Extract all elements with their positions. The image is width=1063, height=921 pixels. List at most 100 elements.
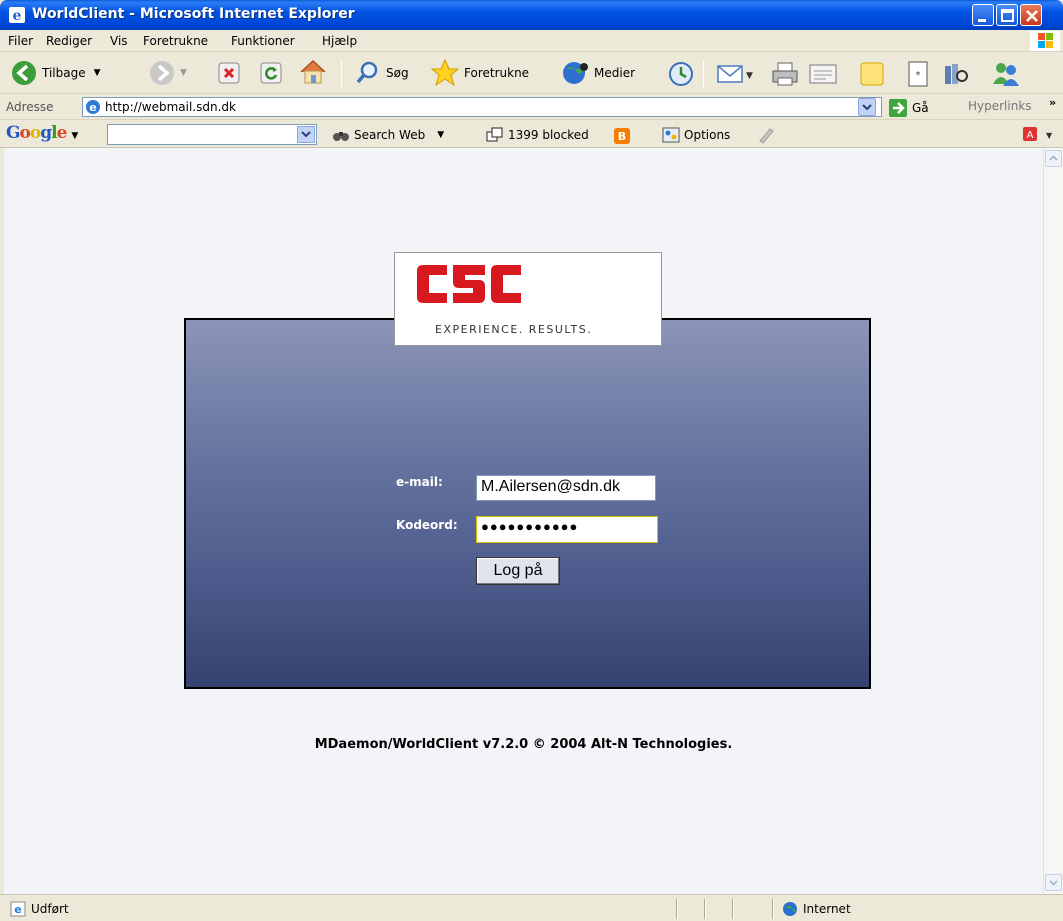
chevron-up-icon	[1049, 155, 1058, 161]
menu-hjaelp[interactable]: Hjælp	[322, 34, 357, 48]
research-icon[interactable]	[942, 60, 970, 88]
status-divider	[772, 899, 774, 919]
messenger-doc-icon[interactable]: *	[906, 60, 930, 88]
scroll-down-button[interactable]	[1045, 874, 1062, 891]
toolbar-separator	[341, 60, 342, 88]
menu-funktioner[interactable]: Funktioner	[231, 34, 295, 48]
window-title: WorldClient - Microsoft Internet Explore…	[32, 6, 355, 22]
print-icon[interactable]	[770, 60, 800, 88]
search-web-label: Search Web	[354, 128, 426, 142]
zone-label: Internet	[803, 902, 851, 916]
favorites-label: Foretrukne	[464, 66, 530, 80]
binoculars-icon	[333, 132, 349, 141]
search-web-dropdown-icon: ▼	[437, 130, 445, 140]
minimize-button[interactable]	[972, 4, 994, 26]
go-label: Gå	[912, 101, 929, 115]
ie-page-icon: e	[86, 100, 100, 114]
chevron-down-icon	[862, 104, 872, 111]
scroll-up-button[interactable]	[1045, 150, 1062, 167]
menu-rediger[interactable]: Rediger	[46, 34, 92, 48]
options-button[interactable]: Options	[662, 127, 730, 143]
address-dropdown[interactable]	[858, 98, 876, 116]
messenger-icon[interactable]	[990, 60, 1022, 88]
discuss-icon[interactable]	[858, 60, 886, 88]
history-icon[interactable]	[667, 60, 695, 88]
back-button[interactable]: Tilbage ▼	[10, 57, 101, 89]
menu-vis[interactable]: Vis	[110, 34, 128, 48]
browser-window: e WorldClient - Microsoft Internet Explo…	[0, 0, 1063, 921]
password-label: Kodeord:	[396, 518, 458, 532]
search-web-button[interactable]: Search Web ▼	[332, 127, 444, 143]
logo-tagline: EXPERIENCE. RESULTS.	[435, 323, 593, 336]
mail-icon[interactable]: ▼	[716, 60, 754, 88]
media-button[interactable]: Medier	[560, 57, 635, 89]
globe-icon	[783, 902, 797, 916]
translate-icon[interactable]: A ▼	[1022, 126, 1056, 144]
links-toolbar[interactable]: Hyperlinks	[968, 99, 1032, 113]
menu-foretrukne[interactable]: Foretrukne	[143, 34, 208, 48]
close-button[interactable]	[1020, 4, 1042, 26]
maximize-button[interactable]	[996, 4, 1018, 26]
search-icon	[356, 61, 378, 84]
menu-filer[interactable]: Filer	[8, 34, 33, 48]
svg-text:A: A	[1027, 130, 1034, 141]
ie-icon: e	[9, 7, 25, 24]
security-zone[interactable]: Internet	[782, 901, 851, 917]
svg-text:*: *	[916, 70, 921, 81]
go-arrow-icon	[889, 99, 907, 117]
edit-icon[interactable]	[808, 62, 838, 86]
pencil-icon[interactable]	[757, 126, 775, 144]
login-panel	[184, 318, 871, 689]
footer-copyright: MDaemon/WorldClient v7.2.0 © 2004 Alt-N …	[314, 737, 733, 752]
svg-text:e: e	[13, 8, 22, 24]
favorites-button[interactable]: Foretrukne	[430, 57, 529, 89]
toolbar-separator	[703, 60, 704, 88]
status-text: Udført	[31, 902, 69, 916]
back-label: Tilbage	[42, 66, 86, 80]
blocked-count: 1399 blocked	[508, 128, 589, 142]
svg-text:▼: ▼	[746, 71, 753, 81]
popup-blocker-icon	[486, 127, 503, 142]
google-search-input[interactable]	[107, 124, 317, 145]
popup-blocker[interactable]: 1399 blocked	[486, 127, 589, 143]
options-icon	[662, 127, 680, 143]
star-icon	[430, 58, 460, 87]
media-label: Medier	[594, 66, 636, 80]
csc-logo-icon	[417, 265, 521, 303]
company-logo: EXPERIENCE. RESULTS.	[394, 252, 662, 346]
ie-page-icon: e	[10, 901, 26, 917]
forward-arrow-icon	[150, 61, 174, 85]
chevron-down-icon	[1049, 880, 1058, 886]
forward-button[interactable]: ▼	[148, 57, 187, 89]
password-field[interactable]: ●●●●●●●●●●●	[476, 516, 658, 543]
back-dropdown-icon: ▼	[93, 68, 101, 78]
search-label: Søg	[386, 66, 409, 80]
vertical-scrollbar[interactable]	[1043, 148, 1063, 894]
refresh-icon[interactable]	[260, 62, 282, 84]
status-divider	[704, 899, 706, 919]
address-url: http://webmail.sdn.dk	[105, 100, 236, 114]
svg-text:B: B	[618, 130, 626, 143]
login-button[interactable]: Log på	[476, 557, 560, 585]
blogger-icon[interactable]: B	[613, 127, 631, 145]
media-icon	[563, 62, 588, 84]
google-search-dropdown[interactable]	[297, 126, 315, 143]
email-field[interactable]: M.Ailersen@sdn.dk	[476, 475, 656, 501]
chevron-down-icon	[301, 131, 311, 138]
email-label: e-mail:	[396, 475, 443, 489]
address-input[interactable]: e http://webmail.sdn.dk	[82, 97, 882, 117]
status-left: e Udført	[10, 901, 69, 917]
windows-logo-icon	[1030, 31, 1060, 51]
stop-icon[interactable]	[218, 62, 240, 84]
menu-bar: Filer Rediger Vis Foretrukne Funktioner …	[0, 30, 1063, 52]
chevron-more-icon[interactable]: »	[1049, 96, 1056, 109]
google-logo[interactable]: Google ▼	[6, 123, 78, 143]
options-label: Options	[684, 128, 731, 142]
svg-text:e: e	[14, 903, 21, 916]
home-icon[interactable]	[298, 58, 328, 86]
search-button[interactable]: Søg	[354, 57, 409, 89]
status-bar: e Udført Internet	[0, 894, 1063, 921]
svg-text:▼: ▼	[1046, 131, 1053, 140]
back-arrow-icon	[12, 61, 36, 85]
go-button[interactable]: Gå	[888, 98, 929, 118]
